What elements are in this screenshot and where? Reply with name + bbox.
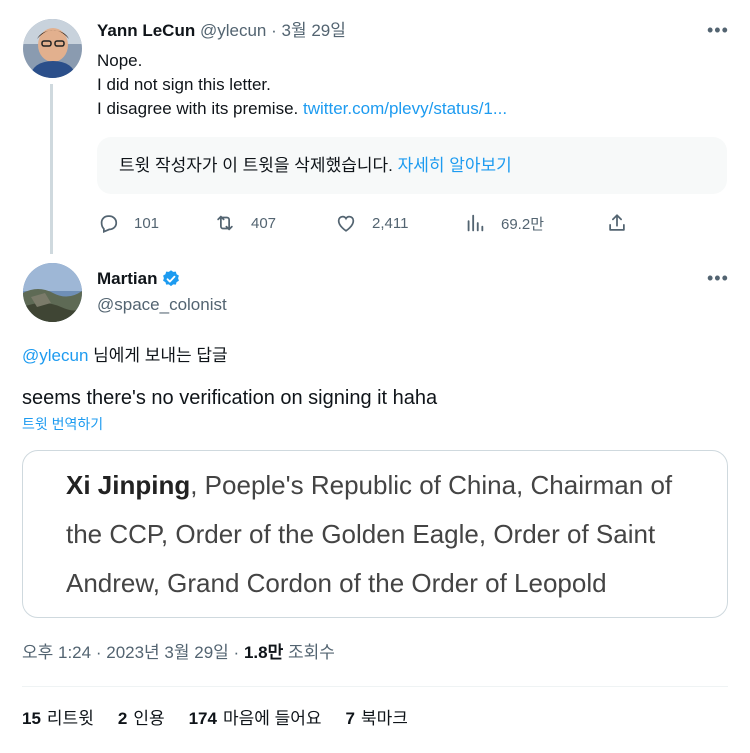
- share-icon: [609, 214, 625, 231]
- tweet-stats-row: 15 리트윗 2 인용 174 마음에 들어요 7 북마크: [22, 708, 408, 730]
- reply-to-mention[interactable]: @ylecun: [22, 346, 88, 365]
- tweet-views-number: 1.8만: [243, 643, 284, 662]
- header-separator: ·: [271, 21, 277, 40]
- retweets-stat[interactable]: 15 리트윗: [22, 708, 94, 730]
- reply-count: 101: [134, 214, 160, 232]
- tweet-date[interactable]: 2023년 3월 29일: [106, 643, 229, 662]
- reply-author-name-row[interactable]: Martian: [97, 268, 181, 290]
- retweets-stat-label: 리트윗: [46, 709, 94, 728]
- yann-lecun-avatar[interactable]: [23, 19, 82, 78]
- quotes-stat-num: 2: [117, 709, 128, 728]
- retweets-stat-num: 15: [22, 709, 41, 728]
- bookmarks-stat-num: 7: [345, 709, 356, 728]
- more-horizontal-icon[interactable]: •••: [707, 268, 729, 289]
- tweet-time[interactable]: 오후 1:24: [22, 643, 91, 662]
- retweet-count: 407: [251, 214, 277, 232]
- stats-divider: [22, 686, 728, 687]
- views-count: 69.2만: [501, 215, 544, 233]
- verified-badge-icon[interactable]: [161, 269, 181, 289]
- martian-avatar[interactable]: [23, 263, 82, 322]
- replying-to-line: @ylecun 님에게 보내는 답글: [22, 344, 228, 368]
- reply-author-handle[interactable]: @space_colonist: [97, 294, 227, 316]
- bookmarks-stat-label: 북마크: [361, 709, 408, 728]
- reply-action[interactable]: 101: [97, 208, 159, 238]
- parent-tweet-line-3-text: I disagree with its premise.: [97, 99, 299, 118]
- parent-tweet-text: Nope. I did not sign this letter. I disa…: [97, 49, 717, 121]
- parent-tweet-line-1: Nope.: [97, 51, 143, 70]
- deleted-quote-text: 트윗 작성자가 이 트윗을 삭제했습니다.: [119, 156, 393, 175]
- reply-icon: [100, 215, 118, 234]
- card-text: Xi Jinping, Poeple's Republic of China, …: [66, 461, 706, 608]
- share-action[interactable]: [606, 208, 643, 238]
- views-chart-icon: [467, 214, 484, 232]
- like-count: 2,411: [372, 214, 409, 232]
- learn-more-link[interactable]: 자세히 알아보기: [398, 156, 512, 175]
- thread-connector-line: [50, 84, 53, 254]
- tweet-views-label: 조회수: [287, 643, 335, 662]
- tweet-timestamp-line: 오후 1:24 · 2023년 3월 29일 · 1.8만 조회수: [22, 642, 335, 664]
- meta-separator-1: ·: [95, 643, 102, 662]
- like-action[interactable]: 2,411: [335, 208, 408, 238]
- parent-tweet-line-2: I did not sign this letter.: [97, 75, 271, 94]
- parent-author-handle[interactable]: @ylecun: [200, 21, 266, 40]
- meta-separator-2: ·: [233, 643, 240, 662]
- reply-to-suffix: 님에게 보내는 답글: [88, 346, 228, 365]
- reply-author-name[interactable]: Martian: [97, 268, 157, 290]
- retweet-icon: [217, 215, 233, 231]
- likes-stat-num: 174: [188, 709, 217, 728]
- views-action[interactable]: 69.2만: [464, 208, 544, 238]
- parent-tweet-date[interactable]: 3월 29일: [282, 21, 346, 40]
- heart-icon: [337, 215, 355, 232]
- quotes-stat-label: 인용: [133, 709, 165, 728]
- likes-stat-label: 마음에 들어요: [222, 709, 322, 728]
- deleted-quote-notice: 트윗 작성자가 이 트윗을 삭제했습니다. 자세히 알아보기: [97, 137, 727, 194]
- parent-author-name[interactable]: Yann LeCun: [97, 21, 195, 40]
- attached-image-card[interactable]: Xi Jinping, Poeple's Republic of China, …: [22, 450, 728, 618]
- translate-tweet-link[interactable]: 트윗 번역하기: [22, 414, 103, 434]
- parent-tweet-line-3: I disagree with its premise. twitter.com…: [97, 97, 717, 121]
- bookmarks-stat[interactable]: 7 북마크: [346, 708, 408, 730]
- more-horizontal-icon[interactable]: •••: [707, 20, 729, 41]
- card-bold-name: Xi Jinping: [66, 470, 191, 500]
- reply-tweet-text: seems there's no verification on signing…: [22, 387, 438, 409]
- likes-stat[interactable]: 174 마음에 들어요: [189, 708, 322, 730]
- retweet-action[interactable]: 407: [214, 208, 276, 238]
- parent-tweet-link[interactable]: twitter.com/plevy/status/1...: [303, 99, 507, 118]
- quotes-stat[interactable]: 2 인용: [118, 708, 165, 730]
- parent-tweet-header: Yann LeCun @ylecun · 3월 29일: [97, 20, 346, 42]
